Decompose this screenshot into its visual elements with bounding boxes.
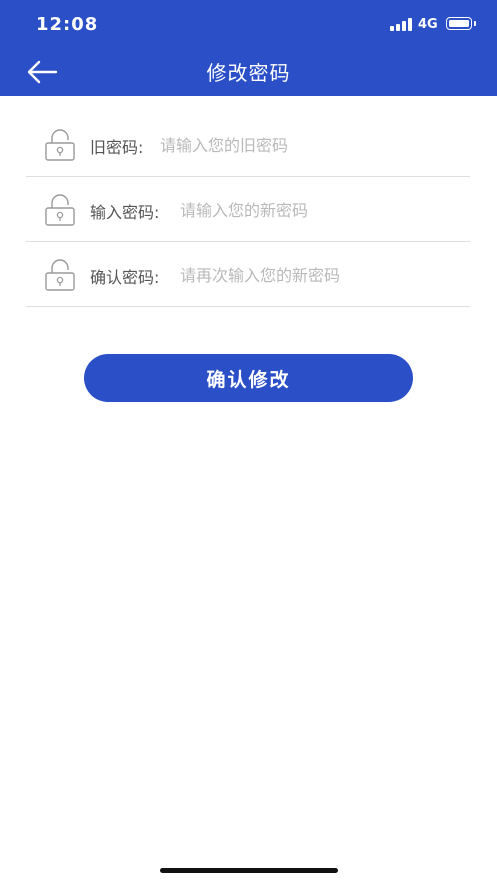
confirm-password-label: 确认密码: xyxy=(90,268,160,287)
network-type: 4G xyxy=(418,17,438,32)
lock-icon xyxy=(45,259,75,291)
status-time: 12:08 xyxy=(36,14,99,35)
old-password-label: 旧密码: xyxy=(90,138,144,157)
page-title: 修改密码 xyxy=(206,61,291,85)
confirm-button[interactable]: 确认修改 xyxy=(84,354,413,402)
old-password-row: 旧密码: xyxy=(26,112,470,177)
confirm-password-row: 确认密码: xyxy=(26,242,470,307)
home-indicator xyxy=(160,868,338,873)
header-bar: 12:08 4G 修改密码 xyxy=(0,0,497,96)
password-form: 旧密码: 输入密码: 确认密码: xyxy=(26,112,470,307)
confirm-password-input[interactable] xyxy=(180,262,460,288)
new-password-input[interactable] xyxy=(180,197,460,223)
battery-icon xyxy=(446,17,476,30)
status-bar: 12:08 4G xyxy=(0,0,497,48)
new-password-row: 输入密码: xyxy=(26,177,470,242)
signal-icon xyxy=(390,18,412,31)
new-password-label: 输入密码: xyxy=(90,203,160,222)
lock-icon xyxy=(45,194,75,226)
lock-icon xyxy=(45,129,75,161)
old-password-input[interactable] xyxy=(160,132,460,158)
